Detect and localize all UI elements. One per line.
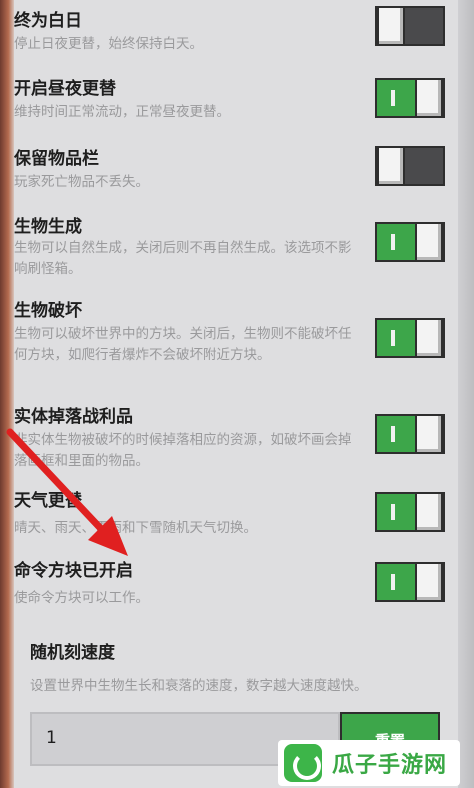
setting-title: 开启昼夜更替: [14, 79, 116, 99]
toggle-knob: [415, 320, 443, 356]
toggle-command-blocks[interactable]: [375, 562, 445, 602]
setting-description: 使命令方块可以工作。: [14, 590, 149, 606]
setting-title: 实体掉落战利品: [14, 407, 133, 427]
toggle-knob: [377, 148, 405, 184]
toggle-knob: [377, 8, 405, 44]
toggle-entity-drops[interactable]: [375, 414, 445, 454]
setting-title: 生物生成: [14, 217, 82, 237]
setting-title: 生物破坏: [14, 301, 82, 321]
watermark: 瓜子手游网: [278, 740, 460, 786]
watermark-logo-icon: [284, 744, 322, 782]
toggle-knob: [415, 494, 443, 530]
toggle-knob: [415, 416, 443, 452]
random-tick-speed-title: 随机刻速度: [30, 643, 115, 663]
setting-description: 晴天、雨天、雷雨和下雪随机天气切换。: [14, 520, 257, 536]
scrollbar-track[interactable]: [458, 0, 474, 788]
watermark-text: 瓜子手游网: [332, 753, 448, 778]
setting-description: 生物可以自然生成，关闭后则不再自然生成。该选项不影响刷怪箱。: [14, 240, 352, 277]
setting-title: 终为白日: [14, 11, 82, 31]
setting-title: 天气更替: [14, 491, 82, 511]
setting-description: 停止日夜更替，始终保持白天。: [14, 36, 203, 52]
toggle-mob-spawning[interactable]: [375, 222, 445, 262]
toggle-mob-griefing[interactable]: [375, 318, 445, 358]
toggle-track: [377, 224, 415, 260]
left-edge: [0, 0, 14, 788]
setting-description: 生物可以破坏世界中的方块。关闭后，生物则不能破坏任何方块，如爬行者爆炸不会破坏附…: [14, 326, 352, 363]
toggle-track: [377, 494, 415, 530]
toggle-knob: [415, 224, 443, 260]
toggle-track: [405, 8, 443, 44]
setting-title: 命令方块已开启: [14, 561, 133, 581]
toggle-day-night-cycle[interactable]: [375, 78, 445, 118]
toggle-keep-inventory[interactable]: [375, 146, 445, 186]
toggle-track: [377, 80, 415, 116]
setting-description: 非实体生物被破坏的时候掉落相应的资源，如破坏画会掉落画框和里面的物品。: [14, 432, 352, 469]
toggle-knob: [415, 564, 443, 600]
toggle-knob: [415, 80, 443, 116]
setting-title: 保留物品栏: [14, 149, 99, 169]
setting-description: 维持时间正常流动，正常昼夜更替。: [14, 104, 230, 120]
setting-description: 玩家死亡物品不丢失。: [14, 174, 149, 190]
toggle-track: [405, 148, 443, 184]
toggle-track: [377, 416, 415, 452]
random-tick-speed-description: 设置世界中生物生长和衰落的速度，数字越大速度越快。: [30, 678, 368, 694]
toggle-weather-cycle[interactable]: [375, 492, 445, 532]
toggle-track: [377, 564, 415, 600]
toggle-always-day[interactable]: [375, 6, 445, 46]
toggle-track: [377, 320, 415, 356]
